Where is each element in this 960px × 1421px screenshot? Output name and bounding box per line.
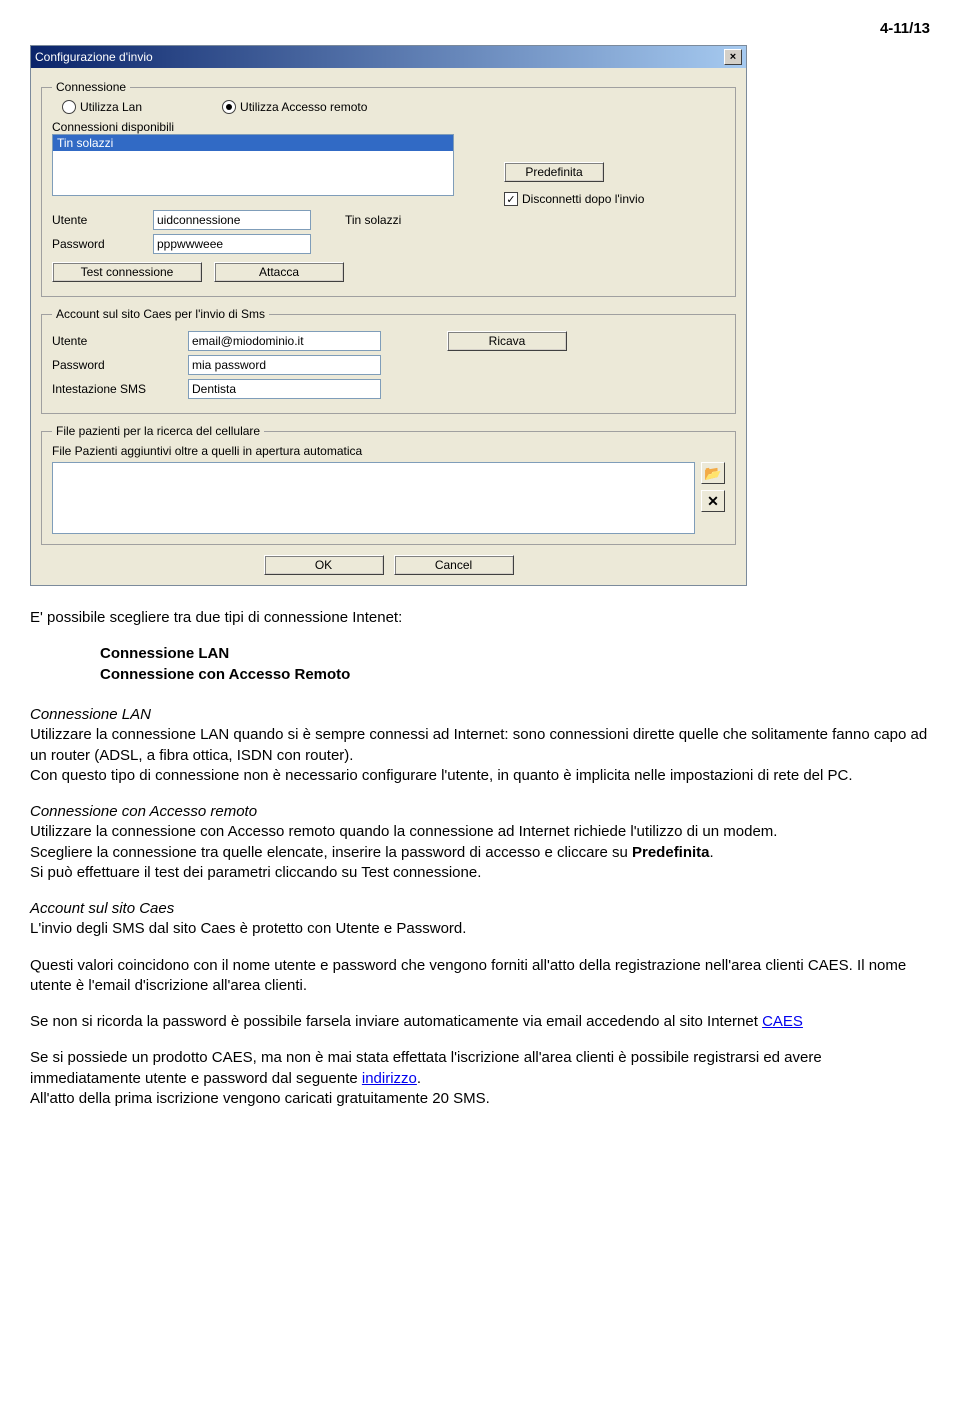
paragraph: L'invio degli SMS dal sito Caes è protet… — [30, 919, 930, 939]
acc-utente-input[interactable] — [188, 331, 381, 351]
paragraph: Utilizzare la connessione LAN quando si … — [30, 725, 930, 786]
page-number: 4-11/13 — [30, 20, 930, 37]
heading-lan: Connessione LAN — [30, 706, 151, 723]
radio-utilizza-remoto[interactable]: Utilizza Accesso remoto — [222, 100, 367, 114]
text: . — [710, 844, 714, 861]
config-dialog: Configurazione d'invio × Connessione Uti… — [30, 45, 747, 586]
text: Se non si ricorda la password è possibil… — [30, 1013, 762, 1030]
utente-input[interactable] — [153, 210, 311, 230]
paragraph: Se si possiede un prodotto CAES, ma non … — [30, 1048, 930, 1089]
connessioni-listbox[interactable]: Tin solazzi — [52, 134, 454, 196]
disconnetti-checkbox[interactable]: ✓ Disconnetti dopo l'invio — [504, 192, 644, 206]
heading-account: Account sul sito Caes — [30, 900, 174, 917]
ricava-button[interactable]: Ricava — [447, 331, 567, 351]
password-label: Password — [52, 237, 147, 251]
link-caes[interactable]: CAES — [762, 1013, 803, 1030]
paragraph: E' possibile scegliere tra due tipi di c… — [30, 608, 930, 628]
group-account: Account sul sito Caes per l'invio di Sms… — [41, 307, 736, 414]
acc-password-input[interactable] — [188, 355, 381, 375]
document-body: E' possibile scegliere tra due tipi di c… — [30, 608, 930, 1109]
radio-icon — [62, 100, 76, 114]
radio-lan-label: Utilizza Lan — [80, 100, 142, 114]
legend-file: File pazienti per la ricerca del cellula… — [52, 424, 264, 438]
utente-label: Utente — [52, 213, 147, 227]
file-sublabel: File Pazienti aggiuntivi oltre a quelli … — [52, 444, 725, 458]
ok-button[interactable]: OK — [264, 555, 384, 575]
paragraph: Se non si ricorda la password è possibil… — [30, 1012, 930, 1032]
legend-account: Account sul sito Caes per l'invio di Sms — [52, 307, 269, 321]
intestazione-label: Intestazione SMS — [52, 382, 182, 396]
radio-icon — [222, 100, 236, 114]
text: Se si possiede un prodotto CAES, ma non … — [30, 1049, 822, 1086]
predefinita-button[interactable]: Predefinita — [504, 162, 604, 182]
link-indirizzo[interactable]: indirizzo — [362, 1070, 417, 1087]
acc-password-label: Password — [52, 358, 182, 372]
file-list-box[interactable] — [52, 462, 695, 534]
titlebar: Configurazione d'invio × — [31, 46, 746, 68]
bullet-remote: Connessione con Accesso Remoto — [100, 666, 350, 683]
connessioni-label: Connessioni disponibili — [52, 120, 725, 134]
paragraph: Utilizzare la connessione con Accesso re… — [30, 822, 930, 842]
conn-name-static: Tin solazzi — [345, 213, 401, 227]
disconnetti-label: Disconnetti dopo l'invio — [522, 192, 644, 206]
checkbox-icon: ✓ — [504, 192, 518, 206]
paragraph: All'atto della prima iscrizione vengono … — [30, 1089, 930, 1109]
cancel-button[interactable]: Cancel — [394, 555, 514, 575]
paragraph: Questi valori coincidono con il nome ute… — [30, 956, 930, 997]
delete-icon[interactable]: ✕ — [701, 490, 725, 512]
attacca-button[interactable]: Attacca — [214, 262, 344, 282]
text: Scegliere la connessione tra quelle elen… — [30, 844, 632, 861]
text-bold: Predefinita — [632, 844, 710, 861]
paragraph: Si può effettuare il test dei parametri … — [30, 863, 930, 883]
legend-connessione: Connessione — [52, 80, 130, 94]
intestazione-input[interactable] — [188, 379, 381, 399]
open-folder-icon[interactable]: 📂 — [701, 462, 725, 484]
bullet-lan: Connessione LAN — [100, 645, 229, 662]
text: . — [417, 1070, 421, 1087]
password-input[interactable] — [153, 234, 311, 254]
dialog-title: Configurazione d'invio — [35, 50, 153, 64]
close-icon[interactable]: × — [724, 49, 742, 65]
paragraph: Scegliere la connessione tra quelle elen… — [30, 843, 930, 863]
list-item[interactable]: Tin solazzi — [53, 135, 453, 151]
radio-utilizza-lan[interactable]: Utilizza Lan — [62, 100, 142, 114]
acc-utente-label: Utente — [52, 334, 182, 348]
radio-remote-label: Utilizza Accesso remoto — [240, 100, 367, 114]
group-file-pazienti: File pazienti per la ricerca del cellula… — [41, 424, 736, 545]
group-connessione: Connessione Utilizza Lan Utilizza Access… — [41, 80, 736, 297]
heading-remote: Connessione con Accesso remoto — [30, 803, 257, 820]
test-connessione-button[interactable]: Test connessione — [52, 262, 202, 282]
